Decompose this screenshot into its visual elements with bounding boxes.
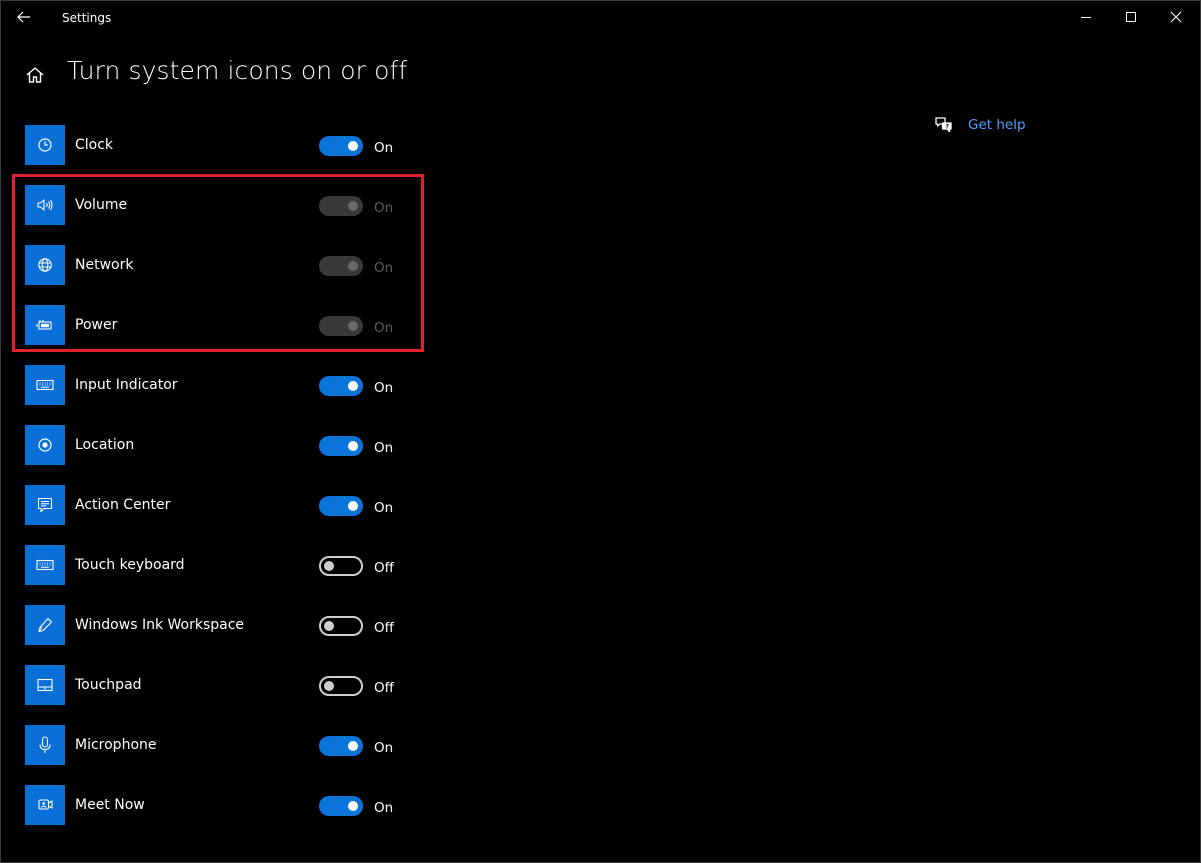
help-chat-icon: ? — [935, 117, 952, 133]
toggle-microphone[interactable] — [319, 736, 363, 756]
svg-text:?: ? — [946, 123, 950, 130]
toggle-meet-now[interactable] — [319, 796, 363, 816]
keyboard-icon — [25, 365, 65, 405]
back-button[interactable] — [8, 2, 40, 32]
toggle-input-indicator[interactable] — [319, 376, 363, 396]
volume-icon — [25, 185, 65, 225]
toggle-state: On — [374, 380, 394, 396]
toggle-action-center[interactable] — [319, 496, 363, 516]
toggle-windows-ink-workspace[interactable] — [319, 616, 363, 636]
item-label: Input Indicator — [75, 377, 178, 393]
item-label: Microphone — [75, 737, 157, 753]
list-item-input-indicator: Input Indicator On — [25, 365, 445, 405]
toggle-state: On — [374, 800, 394, 816]
microphone-icon — [25, 725, 65, 765]
pen-icon — [25, 605, 65, 645]
maximize-icon — [1126, 12, 1136, 22]
item-label: Power — [75, 317, 118, 333]
list-item-touchpad: Touchpad Off — [25, 665, 445, 705]
list-item-microphone: Microphone On — [25, 725, 445, 765]
home-icon — [26, 67, 44, 83]
close-button[interactable] — [1153, 0, 1199, 34]
list-item-action-center: Action Center On — [25, 485, 445, 525]
toggle-location[interactable] — [319, 436, 363, 456]
toggle-state: On — [374, 500, 394, 516]
clock-icon — [25, 125, 65, 165]
toggle-state: Off — [374, 680, 394, 696]
item-label: Network — [75, 257, 134, 273]
meet-now-icon — [25, 785, 65, 825]
list-item-network: Network On — [25, 245, 445, 285]
minimize-icon — [1081, 17, 1091, 18]
window-title: Settings — [62, 11, 112, 25]
toggle-state: On — [374, 260, 394, 276]
list-item-touch-keyboard: Touch keyboard Off — [25, 545, 445, 585]
toggle-clock[interactable] — [319, 136, 363, 156]
item-label: Touchpad — [75, 677, 142, 693]
location-icon — [25, 425, 65, 465]
page-title: Turn system icons on or off — [67, 56, 408, 85]
toggle-state: On — [374, 200, 394, 216]
action-center-icon — [25, 485, 65, 525]
list-item-location: Location On — [25, 425, 445, 465]
keyboard-icon — [25, 545, 65, 585]
item-label: Volume — [75, 197, 128, 213]
toggle-power — [319, 316, 363, 336]
get-help-label: Get help — [968, 117, 1026, 133]
toggle-state: On — [374, 440, 394, 456]
get-help-link[interactable]: ? Get help — [934, 116, 1026, 134]
title-bar: Settings — [0, 0, 1201, 34]
list-item-volume: Volume On — [25, 185, 445, 225]
maximize-button[interactable] — [1108, 0, 1154, 34]
item-label: Location — [75, 437, 135, 453]
item-label: Touch keyboard — [75, 557, 185, 573]
list-item-windows-ink-workspace: Windows Ink Workspace Off — [25, 605, 445, 645]
globe-icon — [25, 245, 65, 285]
toggle-volume — [319, 196, 363, 216]
toggle-network — [319, 256, 363, 276]
list-item-power: Power On — [25, 305, 445, 345]
battery-icon — [25, 305, 65, 345]
item-label: Clock — [75, 137, 114, 153]
toggle-state: On — [374, 140, 394, 156]
list-item-clock: Clock On — [25, 125, 445, 165]
toggle-state: Off — [374, 560, 394, 576]
toggle-state: Off — [374, 620, 394, 636]
toggle-state: On — [374, 740, 394, 756]
back-arrow-icon — [17, 11, 30, 23]
item-label: Action Center — [75, 497, 171, 513]
toggle-state: On — [374, 320, 394, 336]
home-button[interactable] — [20, 60, 50, 90]
toggle-touch-keyboard[interactable] — [319, 556, 363, 576]
item-label: Windows Ink Workspace — [75, 617, 245, 633]
touchpad-icon — [25, 665, 65, 705]
close-icon — [1170, 11, 1182, 23]
list-item-meet-now: Meet Now On — [25, 785, 445, 825]
minimize-button[interactable] — [1063, 0, 1109, 34]
toggle-touchpad[interactable] — [319, 676, 363, 696]
item-label: Meet Now — [75, 797, 145, 813]
